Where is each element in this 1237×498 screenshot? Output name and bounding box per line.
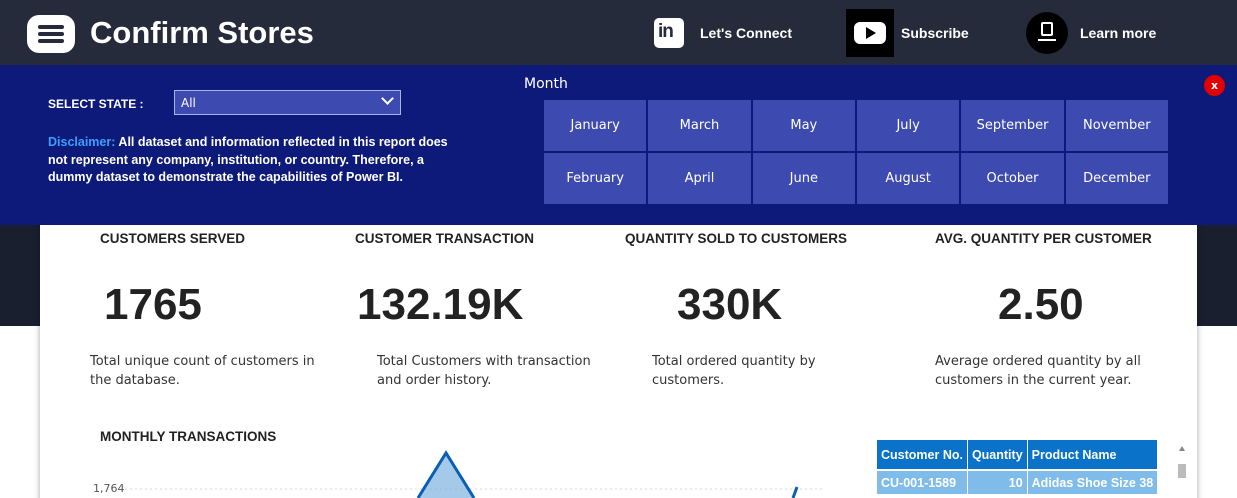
cell-customer-no: CU-001-1589 — [877, 469, 968, 494]
column-header-customer-no[interactable]: Customer No. — [877, 440, 968, 470]
learn-more-link[interactable]: Learn more — [1026, 0, 1156, 65]
learn-more-label[interactable]: Learn more — [1080, 25, 1156, 41]
kpi-desc-avg-quantity: Average ordered quantity by all customer… — [935, 354, 1141, 388]
kpi-desc-customer-transaction: Total Customers with transaction and ord… — [377, 354, 591, 388]
month-button-january[interactable]: January — [544, 100, 647, 151]
monthly-transactions-chart — [125, 450, 825, 498]
linkedin-icon[interactable]: in — [654, 17, 684, 48]
scroll-thumb[interactable] — [1178, 464, 1186, 478]
state-dropdown[interactable]: All — [174, 90, 401, 115]
month-button-september[interactable]: September — [961, 100, 1064, 151]
kpi-value-avg-quantity: 2.50 — [998, 280, 1084, 329]
month-button-april[interactable]: April — [648, 153, 751, 204]
kpi-title-customers-served: CUSTOMERS SERVED — [100, 231, 246, 246]
lets-connect-label[interactable]: Let's Connect — [700, 25, 792, 41]
cell-quantity: 10 — [967, 469, 1028, 494]
kpi-desc-customers-served: Total unique count of customers in the d… — [90, 354, 315, 388]
kpi-title-customer-transaction: CUSTOMER TRANSACTION — [355, 231, 535, 246]
customer-table: Customer No. Quantity Product Name CU-00… — [877, 440, 1159, 494]
month-title: Month — [524, 76, 568, 92]
kpi-desc-quantity-sold: Total ordered quantity by customers. — [652, 354, 816, 388]
youtube-icon[interactable] — [846, 8, 894, 57]
area-peak — [418, 453, 474, 498]
disclaimer: Disclaimer: All dataset and information … — [48, 134, 448, 187]
month-button-november[interactable]: November — [1065, 100, 1168, 151]
table-row[interactable]: CU-001-1589 10 Adidas Shoe Size 38 — [877, 469, 1159, 494]
app-title: Confirm Stores — [90, 15, 314, 50]
month-button-december[interactable]: December — [1065, 153, 1168, 204]
state-dropdown-value[interactable]: All — [181, 96, 196, 110]
month-button-august[interactable]: August — [857, 153, 960, 204]
kpi-value-customers-served: 1765 — [104, 280, 202, 329]
kpi-title-avg-quantity: AVG. QUANTITY PER CUSTOMER — [935, 231, 1152, 246]
cell-product-name: Adidas Shoe Size 38 — [1027, 469, 1159, 494]
series-line-end — [791, 486, 799, 498]
y-axis-tick: 1,764 — [93, 482, 125, 495]
close-icon[interactable]: x — [1204, 75, 1225, 96]
month-button-october[interactable]: October — [961, 153, 1064, 204]
kpi-value-quantity-sold: 330K — [677, 280, 783, 329]
column-header-product-name[interactable]: Product Name — [1027, 440, 1159, 470]
top-header: Confirm Stores in Let's Connect Subscrib… — [0, 0, 1237, 65]
month-button-february[interactable]: February — [544, 153, 647, 204]
month-slicer: January March May July September Novembe… — [544, 100, 1168, 204]
table-scrollbar[interactable] — [1176, 440, 1188, 498]
select-state-label: SELECT STATE : — [48, 97, 144, 111]
scroll-up-icon[interactable] — [1179, 446, 1185, 451]
kpi-title-quantity-sold: QUANTITY SOLD TO CUSTOMERS — [625, 231, 848, 246]
chevron-down-icon[interactable] — [381, 92, 394, 105]
month-button-may[interactable]: May — [752, 100, 855, 151]
subscribe-label[interactable]: Subscribe — [901, 25, 969, 41]
column-header-quantity[interactable]: Quantity — [967, 440, 1028, 470]
kpi-value-customer-transaction: 132.19K — [357, 280, 524, 329]
hamburger-menu-icon[interactable] — [27, 15, 75, 53]
presentation-icon[interactable] — [1026, 11, 1068, 54]
disclaimer-heading: Disclaimer: — [48, 135, 116, 149]
month-button-july[interactable]: July — [857, 100, 960, 151]
month-button-june[interactable]: June — [752, 153, 855, 204]
table-header-row: Customer No. Quantity Product Name — [877, 440, 1159, 470]
lets-connect-link[interactable]: in Let's Connect — [654, 0, 792, 65]
month-button-march[interactable]: March — [648, 100, 751, 151]
subscribe-link[interactable]: Subscribe — [846, 0, 969, 65]
